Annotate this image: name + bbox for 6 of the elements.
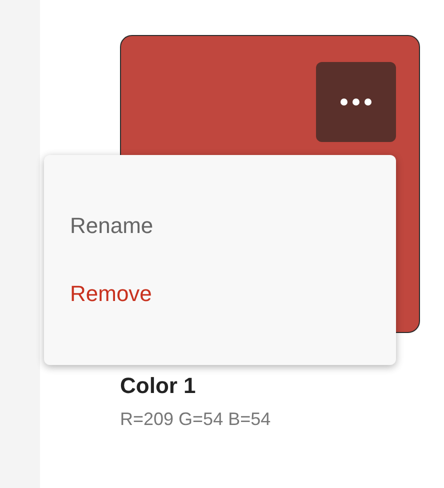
menu-item[interactable]: Remove xyxy=(44,281,396,307)
menu-item[interactable]: Rename xyxy=(44,213,396,239)
color-values: R=209 G=54 B=54 xyxy=(120,409,272,430)
color-name: Color 1 xyxy=(120,373,197,399)
more-icon xyxy=(340,98,372,106)
more-button[interactable] xyxy=(316,62,396,142)
